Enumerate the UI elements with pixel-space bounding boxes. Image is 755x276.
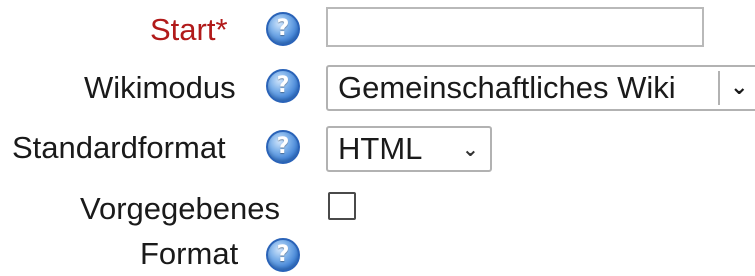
wiki-mode-selected-value: Gemeinschaftliches Wiki [338, 70, 676, 105]
forced-format-label-line2: Format [140, 236, 239, 271]
chevron-down-icon[interactable]: ⌄ [730, 67, 748, 109]
start-label-text: Start [150, 12, 216, 47]
default-format-select[interactable]: HTML ⌄ [326, 126, 492, 172]
required-marker: * [215, 12, 228, 47]
default-format-selected-value: HTML [338, 131, 423, 166]
forced-format-label-line1: Vorgegebenes [80, 191, 280, 226]
wiki-mode-select[interactable]: Gemeinschaftliches Wiki ⌄ [326, 65, 755, 111]
wiki-mode-label: Wikimodus [84, 70, 236, 105]
select-divider [718, 71, 720, 105]
help-icon[interactable]: ? [266, 69, 300, 103]
forced-format-checkbox[interactable] [328, 192, 356, 220]
help-icon[interactable]: ? [266, 238, 300, 272]
help-icon[interactable]: ? [266, 12, 300, 46]
start-input[interactable] [326, 7, 704, 47]
start-label: Start* [150, 12, 228, 48]
help-icon[interactable]: ? [266, 130, 300, 164]
chevron-down-icon: ⌄ [462, 137, 479, 161]
default-format-label: Standardformat [12, 130, 226, 165]
